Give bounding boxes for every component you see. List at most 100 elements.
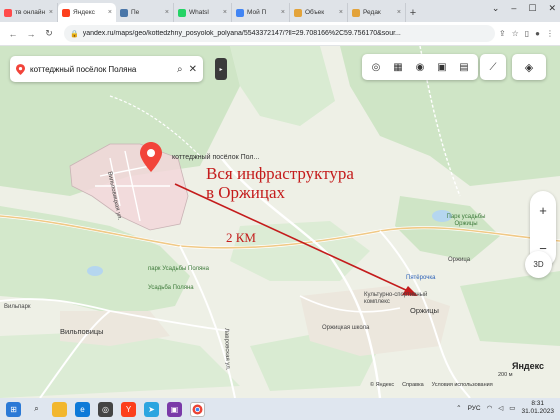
forward-icon[interactable]: → bbox=[24, 27, 38, 41]
poi-label-orzhitsa[interactable]: Оржица bbox=[448, 257, 470, 263]
volume-icon[interactable]: ◁ bbox=[498, 404, 503, 412]
map-attribution: © Яндекс Справка Условия использования bbox=[370, 382, 493, 388]
ruler-icon[interactable]: ⟋ bbox=[480, 54, 506, 80]
help-link[interactable]: Справка bbox=[402, 382, 424, 388]
tab-close-icon[interactable]: × bbox=[395, 9, 401, 16]
poi-label-park-polyana[interactable]: парк Усадьбы Поляна bbox=[148, 266, 209, 272]
app-icon[interactable]: ▣ bbox=[167, 401, 182, 417]
zoom-in-icon[interactable]: + bbox=[539, 203, 547, 218]
clear-search-icon[interactable]: ✕ bbox=[189, 64, 197, 75]
tab-close-icon[interactable]: × bbox=[221, 9, 227, 16]
chrome-icon[interactable] bbox=[190, 401, 205, 417]
map-search-input[interactable]: коттеджный посёлок Поляна bbox=[30, 65, 171, 74]
settlement-label-vilpovitsy[interactable]: Вильповицы bbox=[60, 327, 104, 336]
terms-link[interactable]: Условия использования bbox=[432, 382, 493, 388]
copyright-text: © Яндекс bbox=[370, 382, 395, 388]
maximize-icon[interactable]: ☐ bbox=[528, 3, 536, 14]
poi-label-vilpark[interactable]: Вильпарк bbox=[4, 304, 31, 310]
yandex-logo: Яндекс bbox=[512, 361, 545, 371]
tab-favicon-icon bbox=[178, 8, 186, 17]
poi-label-park-orzhitsy[interactable]: Парк усадьбы Оржицы bbox=[436, 214, 496, 228]
poi-label-sport-complex[interactable]: Культурно-спортивный комплекс bbox=[364, 292, 434, 306]
address-bar: ← → ↻ 🔒 yandex.ru/maps/geo/kottedzhny_po… bbox=[0, 22, 560, 46]
3d-view-button[interactable]: 3D bbox=[525, 251, 552, 278]
browser-tab[interactable]: Яндекс × bbox=[58, 3, 116, 22]
search-icon[interactable]: ⌕ bbox=[177, 64, 183, 75]
place-pin-icon[interactable] bbox=[140, 142, 162, 172]
search-icon[interactable]: ⌕ bbox=[29, 402, 44, 417]
browser-tab[interactable]: Объек × bbox=[290, 3, 348, 22]
browser-tab[interactable]: Редак × bbox=[348, 3, 406, 22]
tab-close-icon[interactable]: × bbox=[279, 9, 285, 16]
tab-close-icon[interactable]: × bbox=[106, 9, 112, 16]
settlement-label-orzhitsy[interactable]: Оржицы bbox=[410, 306, 439, 315]
tab-title: Яндекс bbox=[73, 9, 95, 16]
annotation-distance: 2 КМ bbox=[226, 230, 256, 245]
close-icon[interactable]: ✕ bbox=[548, 3, 556, 14]
chevron-up-icon[interactable]: ⌃ bbox=[456, 404, 461, 412]
tab-title: Мой П bbox=[247, 9, 267, 16]
map-viewport[interactable]: коттеджный посёлок Пол... Вся инфраструк… bbox=[0, 46, 560, 398]
browser-tab[interactable]: Whatsl × bbox=[174, 3, 232, 22]
transport-icon[interactable]: ▣ bbox=[432, 57, 452, 77]
sidebar-icon[interactable]: ▯ bbox=[525, 29, 529, 38]
url-text[interactable]: yandex.ru/maps/geo/kottedzhny_posyolok_p… bbox=[83, 30, 489, 37]
url-field[interactable]: 🔒 yandex.ru/maps/geo/kottedzhny_posyolok… bbox=[64, 25, 495, 42]
place-label[interactable]: коттеджный посёлок Пол... bbox=[172, 154, 259, 161]
tab-close-icon[interactable]: × bbox=[337, 9, 343, 16]
scale-label: 200 м bbox=[498, 372, 513, 378]
tab-favicon-icon bbox=[62, 8, 70, 17]
new-tab-button[interactable]: + bbox=[406, 7, 420, 19]
tab-favicon-icon bbox=[120, 8, 128, 17]
tab-title: Пе bbox=[131, 9, 140, 16]
lock-icon[interactable]: 🔒 bbox=[70, 30, 79, 38]
minimize-icon[interactable]: – bbox=[511, 3, 516, 14]
language-indicator[interactable]: РУС bbox=[468, 405, 481, 412]
browser-tab[interactable]: тв онлайн × bbox=[0, 3, 58, 22]
profile-icon[interactable]: ● bbox=[535, 29, 540, 38]
browser-tab[interactable]: Пе × bbox=[116, 3, 174, 22]
annotation-text: Вся инфраструктура в Оржицах bbox=[206, 164, 354, 202]
yandex-browser-icon[interactable]: Y bbox=[121, 401, 136, 417]
annotation-line-1: Вся инфраструктура bbox=[206, 164, 354, 183]
clock-time: 8:31 bbox=[531, 400, 545, 407]
back-icon[interactable]: ← bbox=[6, 27, 20, 41]
taskbar: ⊞ ⌕ e ◎ Y ➤ ▣ ⌃ РУС ◠ ◁ ▭ 8:31 31.01.202… bbox=[0, 398, 560, 420]
wifi-icon[interactable]: ◠ bbox=[487, 404, 493, 412]
tab-favicon-icon bbox=[4, 8, 12, 17]
tab-close-icon[interactable]: × bbox=[47, 9, 53, 16]
bookmark-star-icon[interactable]: ☆ bbox=[512, 29, 519, 38]
share-icon[interactable]: ⇪ bbox=[499, 29, 506, 38]
chevron-down-icon[interactable]: ⌄ bbox=[492, 3, 500, 14]
route-icon[interactable]: ◎ bbox=[366, 57, 386, 77]
start-icon[interactable]: ⊞ bbox=[6, 401, 21, 417]
browser-tab-strip: тв онлайн × Яндекс × Пе × Whatsl × Мой П × Объек × Р… bbox=[0, 0, 560, 22]
tab-favicon-icon bbox=[236, 8, 244, 17]
tab-title: тв онлайн bbox=[15, 9, 46, 16]
panorama-icon[interactable]: ▦ bbox=[388, 57, 408, 77]
collapse-panel-button[interactable]: ▸ bbox=[215, 58, 227, 80]
telegram-icon[interactable]: ➤ bbox=[144, 401, 159, 417]
edge-icon[interactable]: e bbox=[75, 401, 90, 417]
clock-date: 31.01.2023 bbox=[521, 408, 554, 415]
tab-close-icon[interactable]: × bbox=[163, 9, 169, 16]
battery-icon[interactable]: ▭ bbox=[509, 404, 515, 412]
browser-tab[interactable]: Мой П × bbox=[232, 3, 290, 22]
clock[interactable]: 8:31 31.01.2023 bbox=[521, 400, 554, 416]
poi-label-pyaterochka[interactable]: Пятёрочка bbox=[406, 275, 435, 281]
camera-icon[interactable]: ◎ bbox=[98, 401, 113, 417]
poi-label-school[interactable]: Оржицкая школа bbox=[322, 325, 369, 331]
tab-favicon-icon bbox=[294, 8, 302, 17]
menu-icon[interactable]: ⋮ bbox=[546, 29, 554, 38]
map-search-box[interactable]: коттеджный посёлок Поляна ⌕ ✕ bbox=[10, 56, 203, 82]
traffic-icon[interactable]: ◉ bbox=[410, 57, 430, 77]
system-tray: ⌃ РУС ◠ ◁ ▭ 8:31 31.01.2023 bbox=[456, 400, 554, 416]
tab-title: Объек bbox=[305, 9, 325, 16]
poi-label-usadba-polyana[interactable]: Усадьба Поляна bbox=[148, 285, 194, 291]
reload-icon[interactable]: ↻ bbox=[42, 27, 56, 41]
tab-title: Редак bbox=[363, 9, 381, 16]
location-pin-icon bbox=[16, 63, 25, 75]
parking-icon[interactable]: ▤ bbox=[454, 57, 474, 77]
file-explorer-icon[interactable] bbox=[52, 401, 67, 417]
layers-icon[interactable]: ◈ bbox=[512, 54, 546, 80]
